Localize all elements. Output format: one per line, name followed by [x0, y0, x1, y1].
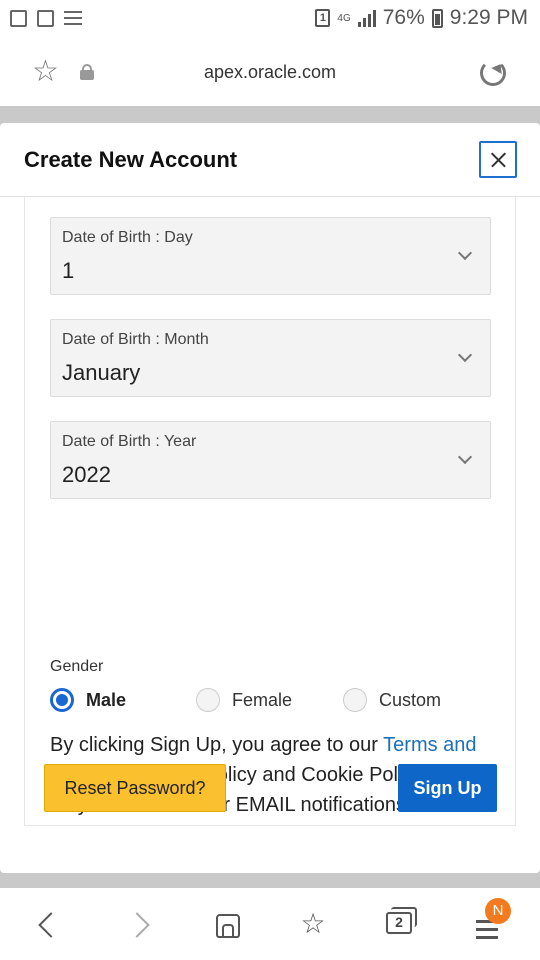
address-bar: ☆ apex.oracle.com [0, 38, 540, 106]
dialog-title: Create New Account [24, 147, 238, 172]
dob-month-label: Date of Birth : Month [62, 331, 209, 348]
battery-icon [431, 8, 443, 28]
dob-year-select[interactable]: Date of Birth : Year 2022 [50, 421, 491, 499]
status-bar: 1 4G 76% 9:29 PM [0, 0, 540, 38]
create-account-dialog: Create New Account Date of Birth : Day 1… [0, 123, 540, 873]
browser-bottom-nav: ☆ 2 N [0, 888, 540, 960]
system-indicators: 1 4G 76% 9:29 PM [315, 6, 528, 30]
chevron-down-icon [457, 347, 473, 363]
menu-badge: N [485, 898, 511, 924]
bookmarks-icon[interactable]: ☆ [293, 906, 333, 942]
radio-unchecked-icon [343, 688, 367, 712]
dialog-body: Date of Birth : Day 1 Date of Birth : Mo… [24, 197, 516, 826]
gender-radio-female[interactable]: Female [196, 688, 292, 712]
notification-icons [10, 10, 82, 27]
gender-radio-male[interactable]: Male [50, 688, 126, 712]
gallery-icon [37, 10, 54, 27]
radio-unchecked-icon [196, 688, 220, 712]
reload-icon[interactable] [480, 60, 506, 86]
gender-option-label: Female [232, 689, 293, 710]
network-type: 4G [337, 12, 351, 24]
dialog-header: Create New Account [0, 123, 540, 197]
screenshot-icon [10, 10, 27, 27]
gender-option-label: Custom [379, 689, 442, 710]
forward-icon[interactable] [122, 906, 162, 942]
radio-checked-icon [50, 688, 74, 712]
tabs-icon[interactable]: 2 [380, 906, 420, 942]
url-text[interactable]: apex.oracle.com [0, 62, 540, 83]
back-icon[interactable] [30, 906, 70, 942]
tabs-count: 2 [386, 912, 412, 934]
terms-prefix: By clicking Sign Up, you agree to our [50, 734, 384, 756]
battery-percent: 76% [382, 6, 425, 29]
dob-day-value: 1 [62, 258, 75, 283]
dob-day-select[interactable]: Date of Birth : Day 1 [50, 217, 491, 295]
gender-option-label: Male [86, 689, 127, 710]
list-icon [64, 10, 82, 26]
reset-password-button[interactable]: Reset Password? [44, 764, 226, 812]
clock: 9:29 PM [449, 6, 528, 29]
dob-year-label: Date of Birth : Year [62, 433, 197, 450]
chevron-down-icon [457, 449, 473, 465]
sim-icon: 1 [315, 9, 331, 27]
dob-day-label: Date of Birth : Day [62, 229, 193, 246]
home-icon[interactable] [208, 906, 248, 942]
dob-month-value: January [62, 360, 141, 385]
close-button[interactable] [479, 141, 517, 178]
sign-up-button[interactable]: Sign Up [398, 764, 497, 812]
gender-label: Gender [50, 658, 104, 675]
dob-month-select[interactable]: Date of Birth : Month January [50, 319, 491, 397]
chevron-down-icon [457, 245, 473, 261]
gender-radio-custom[interactable]: Custom [343, 688, 441, 712]
signal-icon [357, 9, 376, 27]
dob-year-value: 2022 [62, 462, 111, 487]
